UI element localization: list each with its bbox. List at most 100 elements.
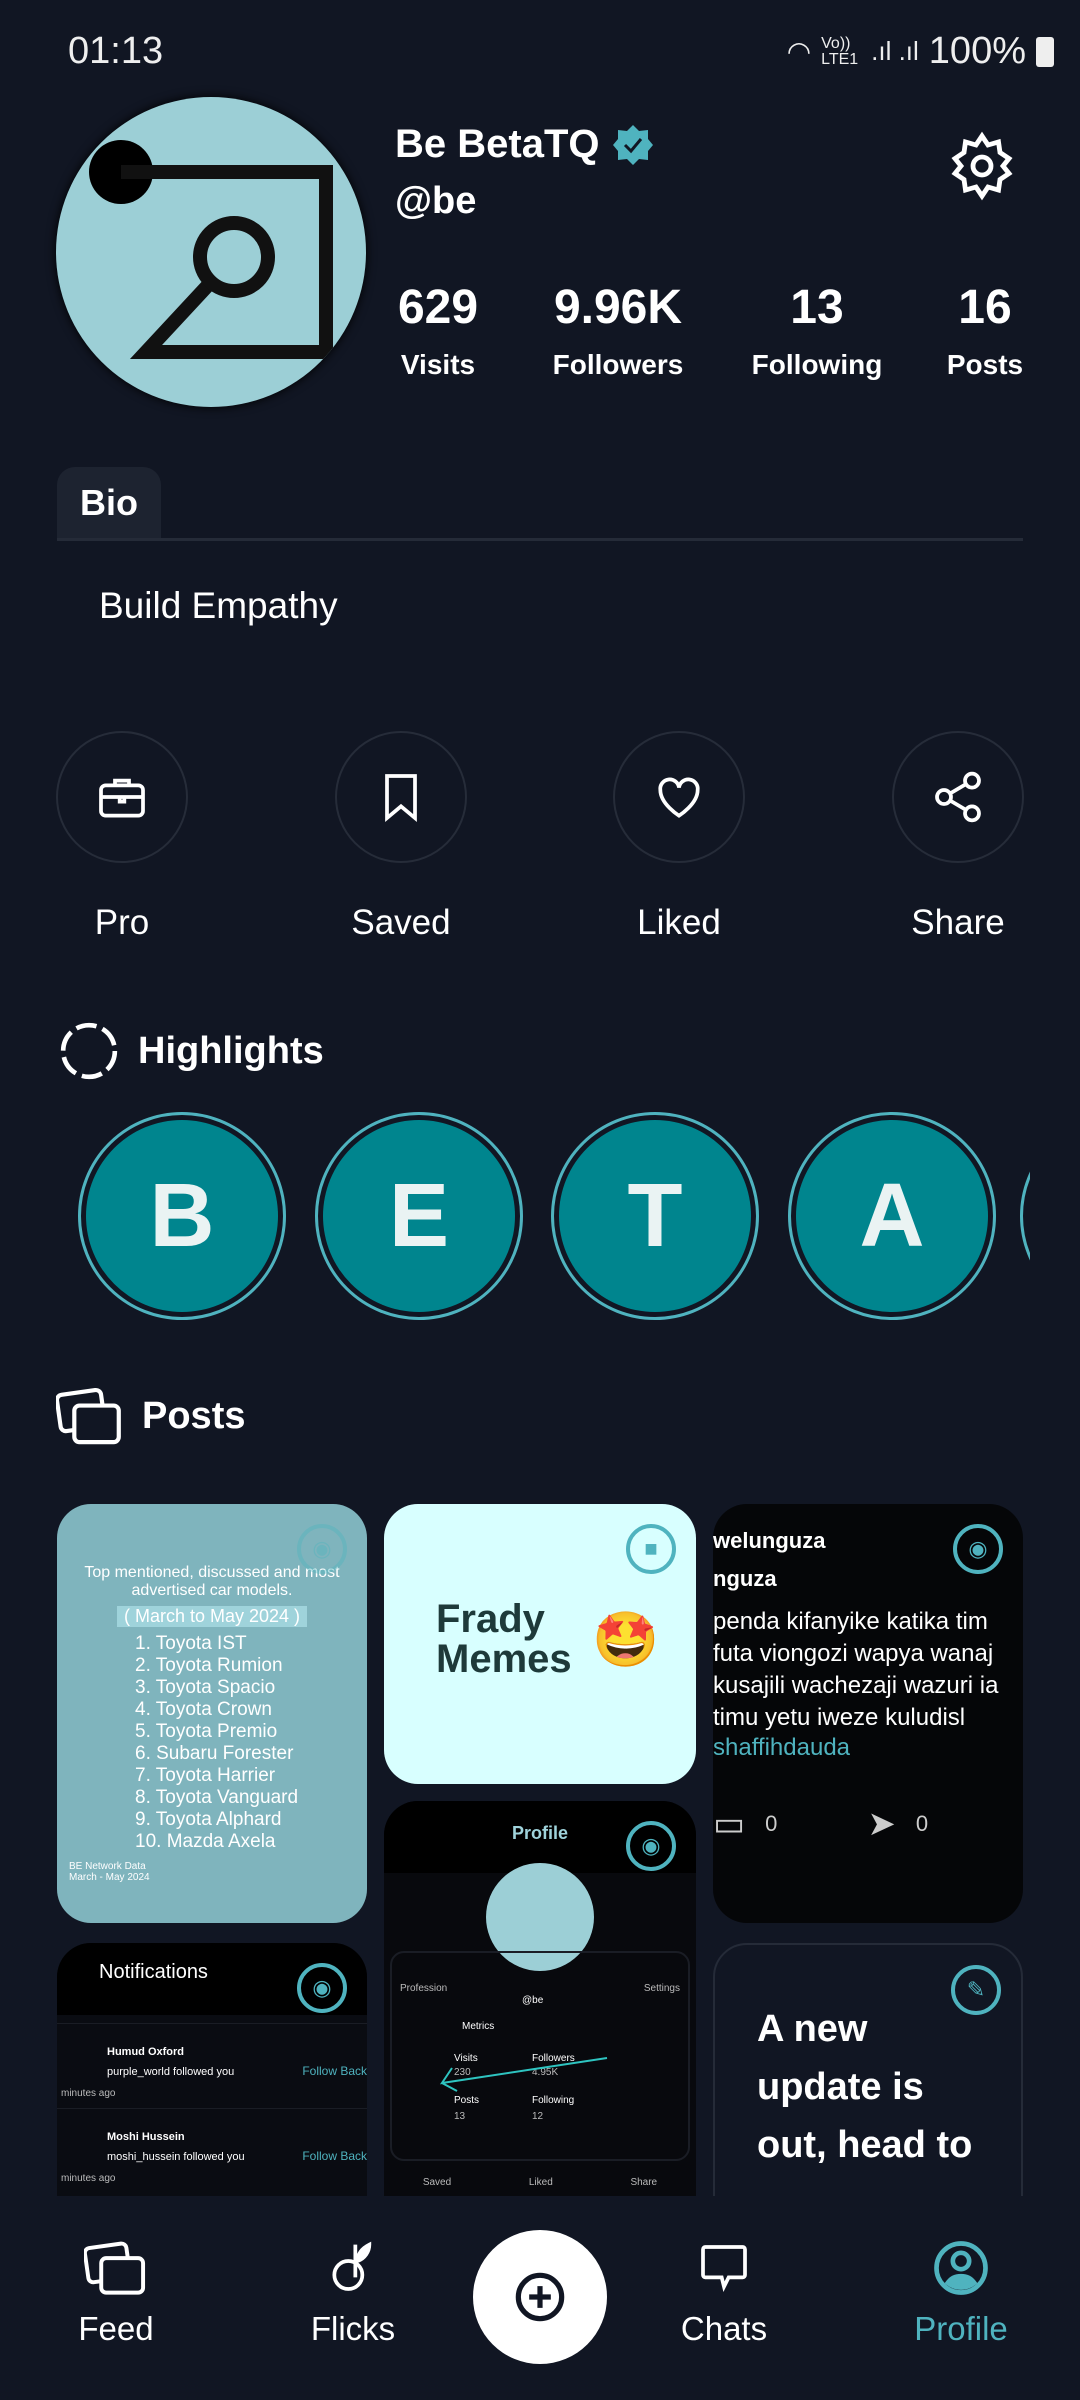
signal-icon: .ıl .ıl	[871, 36, 919, 66]
follow-back-link[interactable]: Follow Back	[302, 2149, 367, 2163]
action-label: Saved	[351, 903, 451, 942]
nav-label: Feed	[78, 2310, 154, 2347]
car-list-item: 10. Mazda Axela	[135, 1831, 276, 1852]
settings-label: Settings	[643, 1983, 680, 1994]
post-text: A new update is out, head to	[757, 2008, 973, 2166]
posts-title: Posts	[142, 1394, 246, 1437]
bio-divider	[57, 538, 1023, 541]
car-list-item: 7. Toyota Harrier	[135, 1765, 276, 1786]
handle: @be	[522, 1995, 544, 2006]
camera-icon: ◉	[297, 1963, 347, 2013]
highlight-letter: A	[796, 1120, 988, 1312]
car-list-item: 5. Toyota Premio	[135, 1721, 278, 1742]
briefcase-icon	[99, 778, 145, 818]
follow-back-link[interactable]: Follow Back	[302, 2064, 367, 2078]
saved-label: Saved	[422, 2177, 452, 2188]
stat-followers[interactable]: 9.96K Followers	[518, 280, 718, 381]
bio-tab[interactable]: Bio	[57, 467, 161, 539]
car-list-item: 9. Toyota Alphard	[135, 1809, 282, 1830]
battery-icon	[1036, 36, 1054, 67]
posts-value: 13	[454, 2111, 466, 2122]
verified-badge-icon	[612, 124, 653, 165]
highlight-letter: B	[86, 1120, 278, 1312]
share-count: 0	[915, 1811, 929, 1836]
stat-value: 9.96K	[553, 281, 683, 334]
following-label: Following	[532, 2095, 575, 2106]
nav-feed[interactable]: Feed	[36, 2240, 196, 2348]
action-label: Liked	[637, 903, 721, 942]
highlight-item[interactable]: T	[551, 1112, 759, 1320]
notif-time: minutes ago	[61, 2088, 116, 2099]
posts-stack-icon	[56, 1387, 121, 1445]
pro-button[interactable]: Pro	[22, 731, 222, 943]
car-list: 1. Toyota IST 2. Toyota Rumion 3. Toyota S…	[135, 1633, 367, 1853]
car-list-item: 8. Toyota Vanguard	[135, 1787, 299, 1808]
profession-label: Profession	[400, 1983, 448, 1994]
highlight-letter: T	[559, 1120, 751, 1312]
action-label: Share	[911, 903, 1005, 942]
post-body: penda kifanyike katika tim futa viongozi…	[713, 1608, 999, 1731]
post-notifications[interactable]: Notifications ◉ Humud Oxford purple_world…	[57, 1943, 367, 2196]
post-car-models[interactable]: ◉ Top mentioned, discussed and most adve…	[57, 1504, 367, 1923]
avatar[interactable]	[56, 97, 366, 407]
star-struck-emoji-icon: 🤩	[592, 1610, 660, 1670]
share-label: Share	[630, 2177, 658, 2188]
stat-posts[interactable]: 16 Posts	[885, 280, 1080, 381]
stat-visits[interactable]: 629 Visits	[338, 280, 538, 381]
send-icon[interactable]: ➤	[867, 1804, 896, 1844]
post-text-share[interactable]: ◉ welunguza nguza penda kifanyike katika …	[713, 1504, 1023, 1923]
status-icons: ◠ Vo)) LTE1 .ıl .ıl 100%	[787, 30, 1054, 73]
metrics-label: Metrics	[462, 2021, 495, 2032]
stat-label: Visits	[400, 349, 476, 380]
notif-time: minutes ago	[61, 2173, 116, 2184]
bio-text: Build Empathy	[99, 585, 338, 626]
nav-label: Chats	[680, 2310, 768, 2347]
display-name: Be BetaTQ	[395, 122, 600, 166]
posts-grid[interactable]: ◉ Top mentioned, discussed and most adve…	[0, 1490, 1080, 2196]
camera-icon: ◉	[953, 1524, 1003, 1574]
post-frady-memes[interactable]: ■ Frady Memes 🤩	[384, 1504, 696, 1784]
profile-name: Be BetaTQ	[395, 122, 654, 167]
car-list-item: 3. Toyota Spacio	[135, 1677, 276, 1698]
chat-bubble-icon	[701, 2245, 747, 2293]
highlight-item-partial	[1020, 1112, 1030, 1320]
notif-name: Humud Oxford	[107, 2046, 184, 2058]
highlights-title: Highlights	[138, 1029, 324, 1072]
nav-flicks[interactable]: Flicks	[273, 2240, 433, 2348]
nav-label: Flicks	[310, 2310, 396, 2347]
nav-chats[interactable]: Chats	[644, 2240, 804, 2348]
highlight-letter: E	[323, 1120, 515, 1312]
post-period: ( March to May 2024 )	[117, 1606, 307, 1627]
highlights-icon	[60, 1022, 118, 1080]
post-mention[interactable]: shaffihdauda	[713, 1734, 1023, 1762]
post-profile-screenshot[interactable]: Profile ◉ Profession Settings @be Metric…	[384, 1801, 696, 2196]
liked-label: Liked	[528, 2177, 553, 2188]
share-icon	[935, 771, 981, 823]
create-post-button[interactable]	[473, 2230, 607, 2364]
nav-label: Profile	[914, 2310, 1008, 2347]
profile-handle: @be	[395, 180, 477, 222]
wifi-icon: ◠	[786, 36, 812, 67]
highlights-header: Highlights	[58, 1020, 324, 1082]
liked-button[interactable]: Liked	[579, 731, 779, 943]
post-update-text[interactable]: ✎ A new update is out, head to	[713, 1943, 1023, 2196]
nav-profile[interactable]: Profile	[881, 2240, 1041, 2348]
comment-icon[interactable]: ▭	[713, 1804, 745, 1844]
post-source: BE Network Data March - May 2024	[69, 1861, 150, 1883]
car-list-item: 1. Toyota IST	[135, 1633, 247, 1654]
battery-level: 100%	[928, 30, 1026, 72]
highlight-item[interactable]: A	[788, 1112, 996, 1320]
stat-label: Posts	[946, 349, 1024, 380]
saved-button[interactable]: Saved	[301, 731, 501, 943]
post-text: Frady	[436, 1597, 545, 1641]
posts-header: Posts	[56, 1386, 245, 1446]
video-icon: ■	[626, 1524, 676, 1574]
bookmark-icon	[385, 774, 417, 822]
highlight-item[interactable]: E	[315, 1112, 523, 1320]
following-value: 12	[532, 2111, 544, 2122]
settings-gear-icon[interactable]	[946, 130, 1018, 202]
highlight-item[interactable]: B	[78, 1112, 286, 1320]
share-button[interactable]: Share	[858, 731, 1058, 943]
arrow-annotation-icon	[439, 2057, 608, 2092]
car-list-item: 2. Toyota Rumion	[135, 1655, 283, 1676]
